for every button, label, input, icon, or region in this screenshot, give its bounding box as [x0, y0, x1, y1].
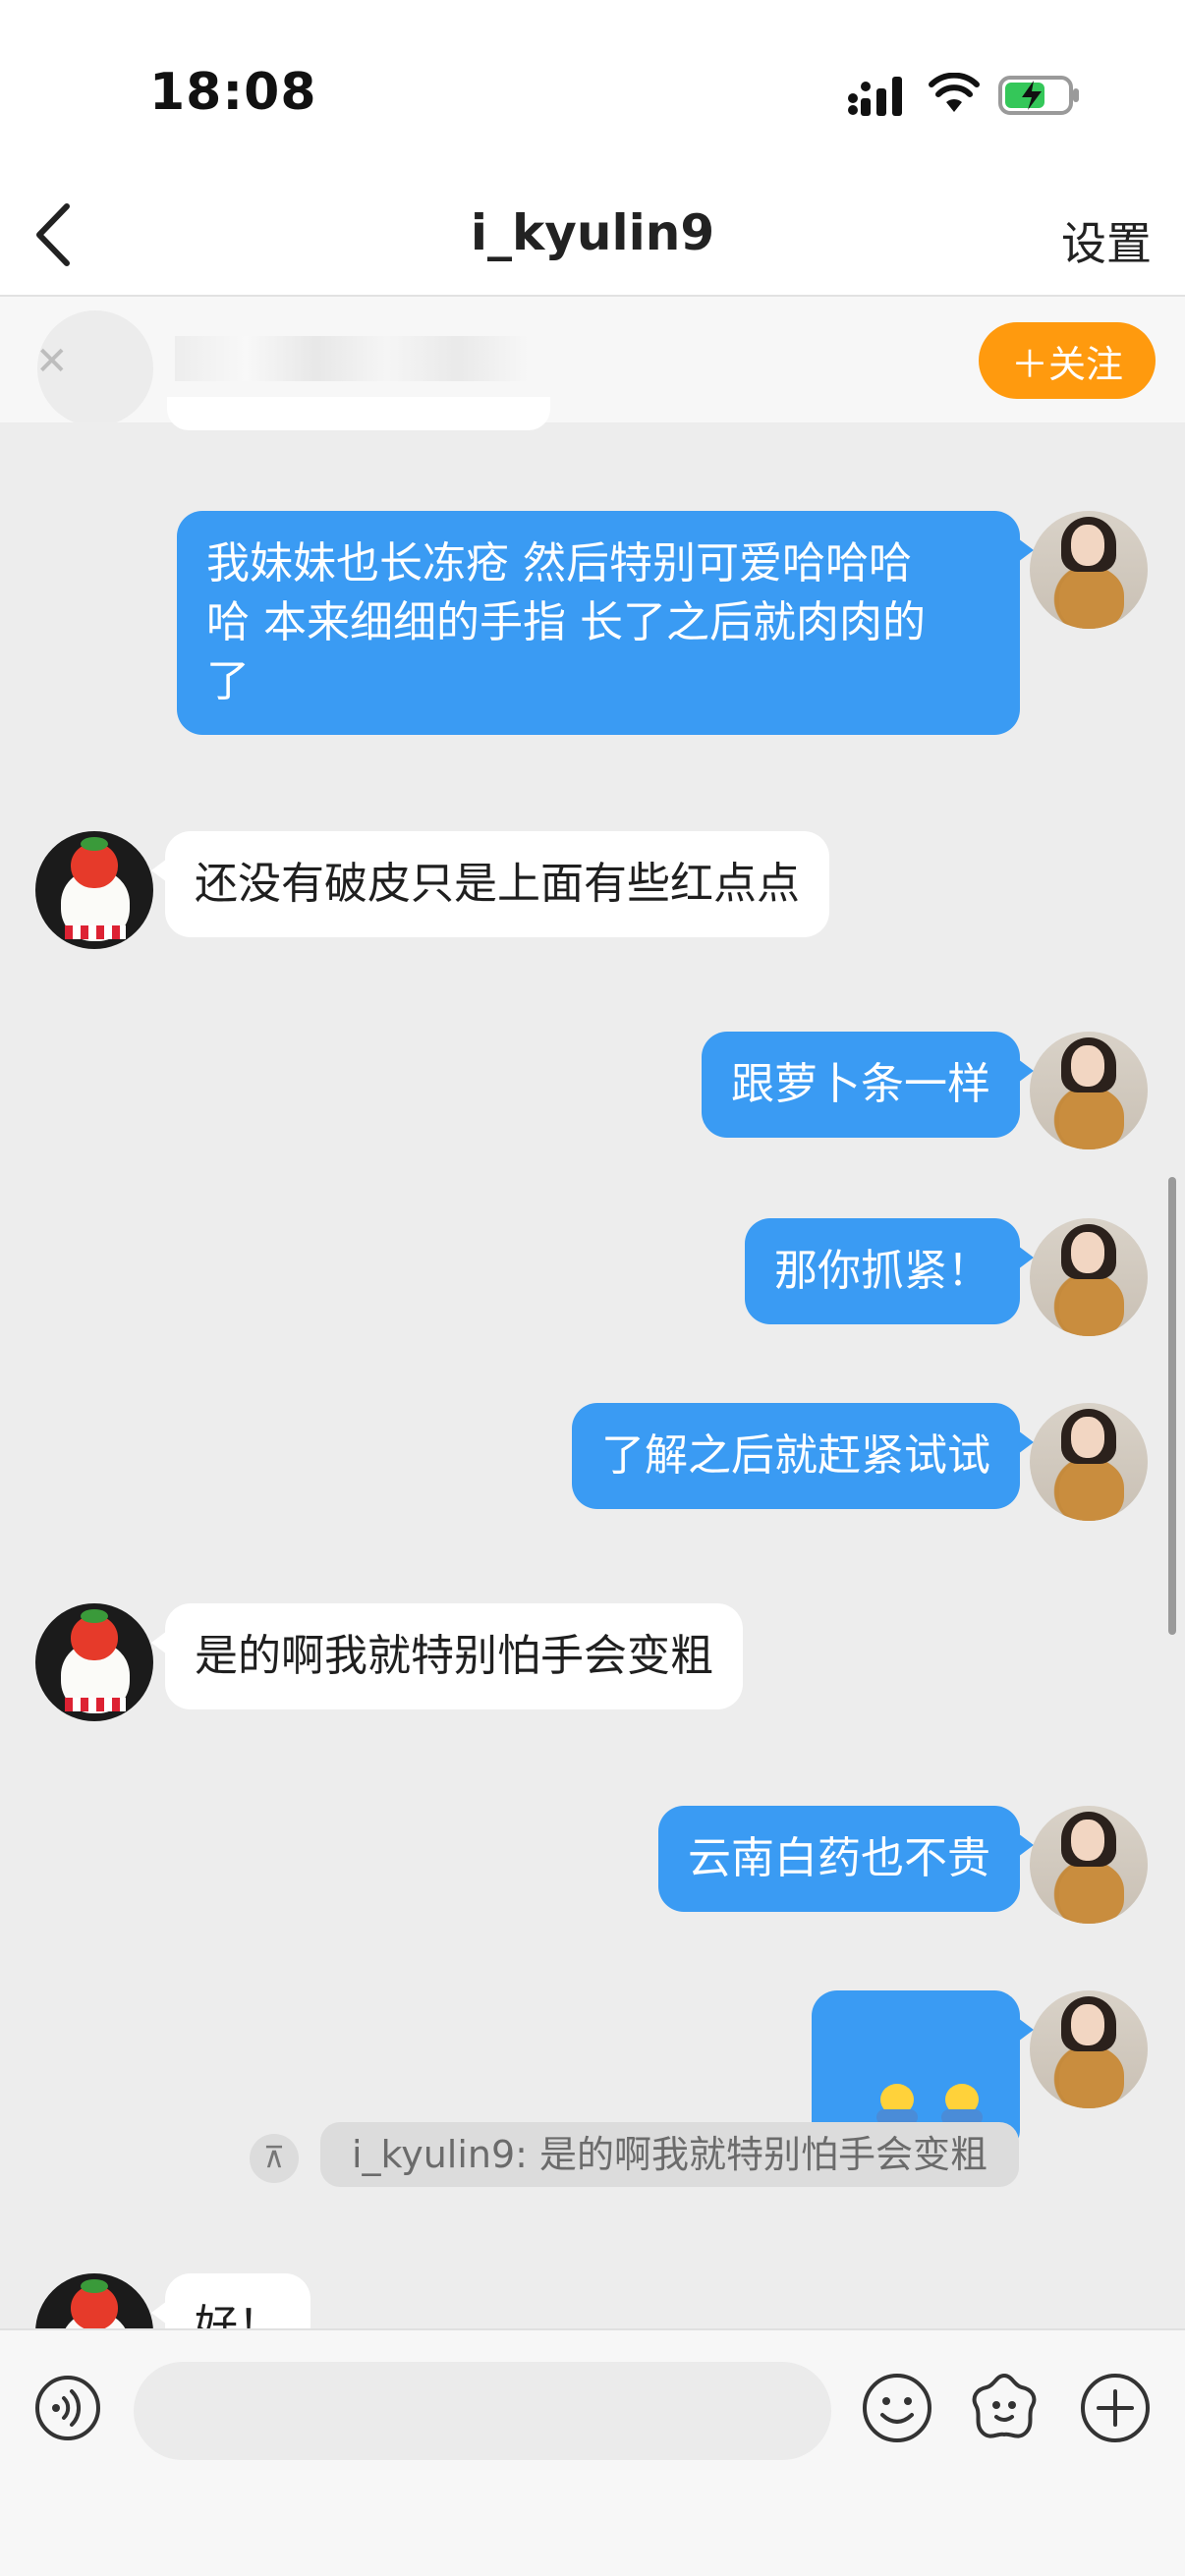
my-avatar[interactable] — [1030, 1032, 1148, 1149]
nav-bar: i_kyulin9 设置 — [0, 177, 1185, 297]
follow-button[interactable]: ＋关注 — [979, 322, 1156, 399]
person-emoji-icon — [875, 2082, 920, 2127]
status-time: 18:08 — [149, 63, 317, 122]
my-avatar[interactable] — [1030, 1990, 1148, 2108]
quote-top-icon: ⊼ — [250, 2134, 299, 2183]
voice-icon[interactable] — [33, 2374, 102, 2442]
my-avatar[interactable] — [1030, 1218, 1148, 1336]
battery-charging-icon — [998, 76, 1079, 115]
message-bubble-sent[interactable]: 我妹妹也长冻疮 然后特别可爱哈哈哈 哈 本来细细的手指 长了之后就肉肉的 了 — [177, 511, 1034, 735]
my-avatar[interactable] — [1030, 511, 1148, 629]
contact-avatar[interactable] — [35, 831, 153, 949]
wifi-icon — [929, 73, 980, 112]
my-avatar[interactable] — [1030, 1806, 1148, 1924]
contact-avatar[interactable] — [35, 1603, 153, 1721]
input-bar — [0, 2328, 1185, 2576]
message-bubble-sent[interactable]: 了解之后就赶紧试试 — [572, 1403, 1034, 1509]
settings-button[interactable]: 设置 — [1061, 208, 1152, 273]
my-avatar[interactable] — [1030, 1403, 1148, 1521]
blurred-profile-text — [175, 336, 529, 381]
emoji-icon[interactable] — [861, 2372, 933, 2444]
close-icon[interactable]: ✕ — [35, 342, 69, 381]
chat-title: i_kyulin9 — [470, 204, 715, 261]
message-bubble-sent[interactable]: 那你抓紧！ — [745, 1218, 1034, 1324]
message-bubble-sent[interactable]: 跟萝卜条一样 — [702, 1032, 1034, 1138]
add-icon[interactable] — [1079, 2372, 1152, 2444]
message-input[interactable] — [134, 2362, 831, 2460]
signal-icon — [848, 77, 902, 116]
scrollbar[interactable] — [1168, 1177, 1176, 1635]
message-bubble-received[interactable]: 还没有破皮只是上面有些红点点 — [151, 831, 829, 937]
sticker-icon[interactable] — [967, 2370, 1042, 2444]
partial-message-bubble — [167, 397, 550, 430]
status-bar: 18:08 — [0, 0, 1185, 177]
message-bubble-received[interactable]: 是的啊我就特别怕手会变粗 — [151, 1603, 743, 1709]
quoted-message-text: i_kyulin9: 是的啊我就特别怕手会变粗 — [320, 2122, 1020, 2187]
message-bubble-sent[interactable]: 云南白药也不贵 — [658, 1806, 1034, 1912]
person-emoji-icon — [939, 2082, 985, 2127]
